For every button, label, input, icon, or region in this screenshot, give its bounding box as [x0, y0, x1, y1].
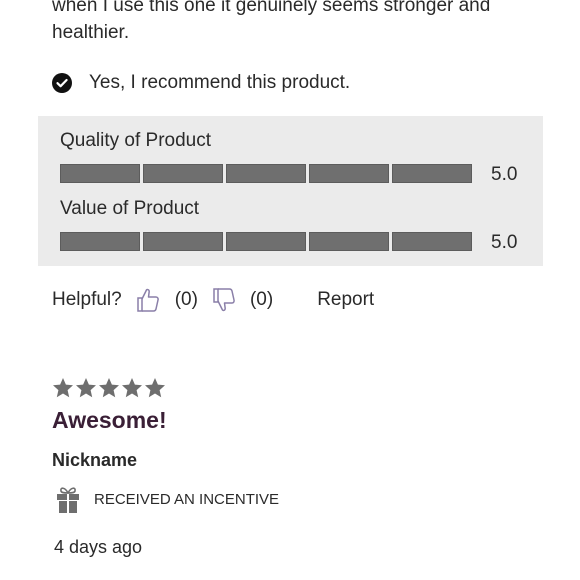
thumbs-up-icon[interactable] — [136, 287, 160, 313]
recommend-text: Yes, I recommend this product. — [89, 72, 351, 93]
reviewer-nickname: Nickname — [52, 450, 138, 470]
review-date: 4 days ago — [54, 537, 143, 557]
ratings-panel: Quality of Product 5.0 Value of Product … — [38, 116, 543, 266]
review-text: when I use this one it genuinely seems s… — [52, 0, 491, 43]
review-title: Awesome! — [52, 407, 167, 433]
star-icon — [99, 378, 119, 398]
value-rating-value: 5.0 — [491, 232, 518, 253]
gift-icon — [57, 487, 79, 513]
rating-segment — [226, 164, 306, 183]
rating-segment — [143, 232, 223, 251]
recommend-row: Yes, I recommend this product. — [52, 72, 350, 94]
star-rating — [52, 377, 166, 399]
rating-segment — [392, 232, 472, 251]
star-icon — [76, 378, 96, 398]
value-rating-label: Value of Product — [60, 198, 200, 219]
rating-segment — [309, 232, 389, 251]
rating-segment — [60, 232, 140, 251]
incentive-text: RECEIVED AN INCENTIVE — [94, 491, 280, 508]
star-icon — [145, 378, 165, 398]
helpful-row: Helpful? (0) (0) Report — [52, 287, 374, 313]
star-icon — [122, 378, 142, 398]
report-link[interactable]: Report — [317, 289, 374, 311]
rating-segment — [143, 164, 223, 183]
rating-segment — [309, 164, 389, 183]
rating-segment — [60, 164, 140, 183]
value-rating-bar — [60, 232, 472, 251]
check-circle-icon — [52, 73, 72, 93]
rating-segment — [392, 164, 472, 183]
quality-rating-value: 5.0 — [491, 164, 518, 185]
helpful-up-count[interactable]: (0) — [175, 289, 198, 311]
star-icon — [53, 378, 73, 398]
helpful-down-count[interactable]: (0) — [250, 289, 273, 311]
incentive-row: RECEIVED AN INCENTIVE — [56, 486, 279, 513]
thumbs-down-icon[interactable] — [212, 287, 236, 313]
quality-rating-label: Quality of Product — [60, 130, 212, 151]
rating-segment — [226, 232, 306, 251]
helpful-label: Helpful? — [52, 289, 122, 310]
quality-rating-bar — [60, 164, 472, 183]
